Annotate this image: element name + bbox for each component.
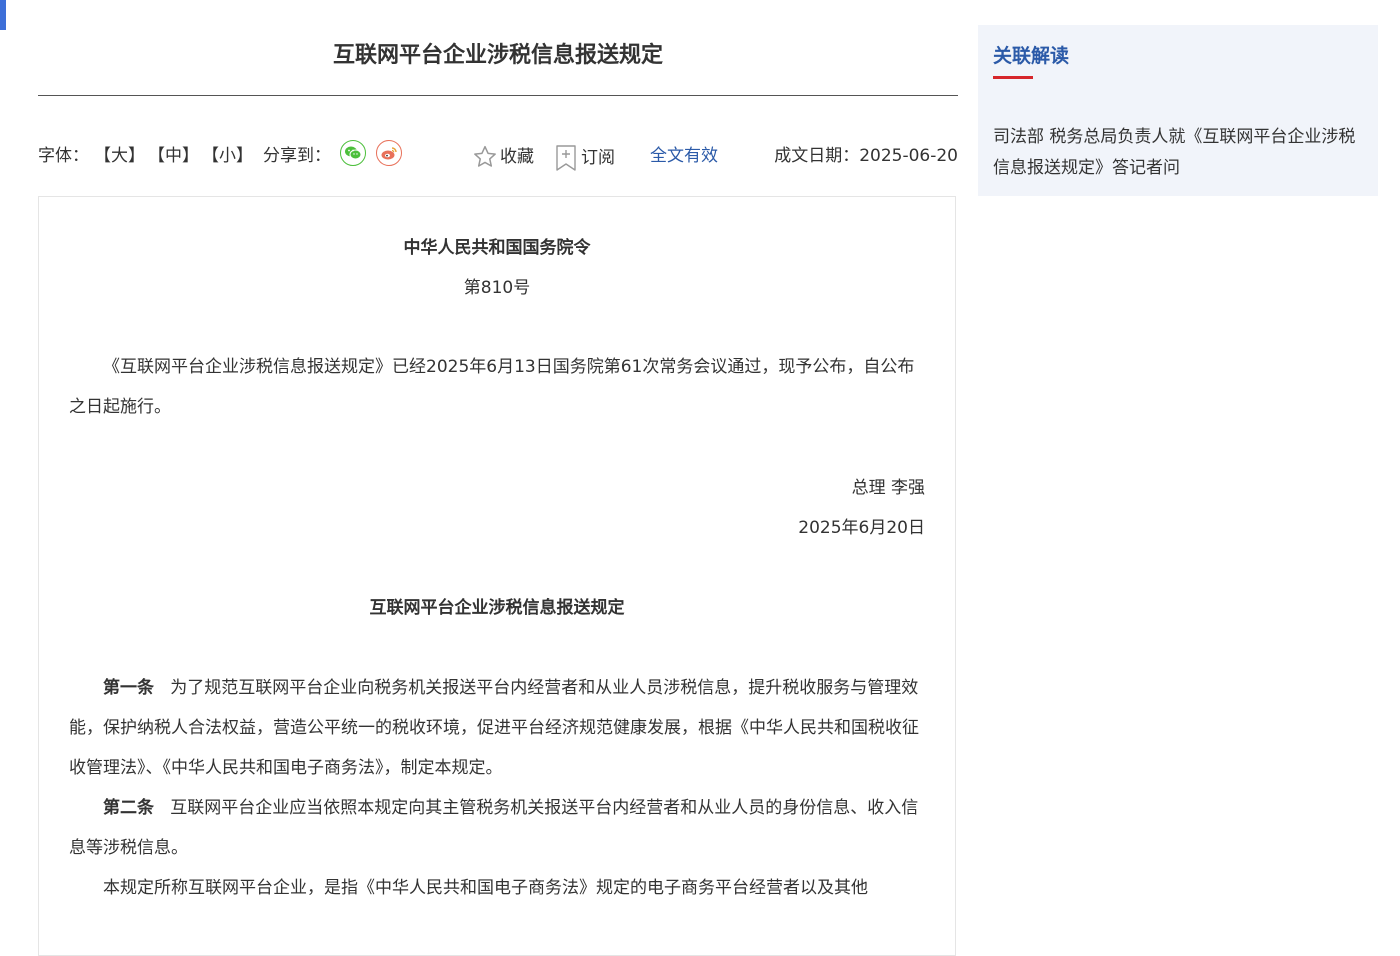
related-reading-panel: 关联解读 司法部 税务总局负责人就《互联网平台企业涉税信息报送规定》答记者问 <box>978 25 1378 196</box>
related-reading-title: 关联解读 <box>993 45 1070 67</box>
weibo-icon[interactable] <box>376 140 402 166</box>
bookmark-plus-icon <box>556 145 576 171</box>
page-title: 互联网平台企业涉税信息报送规定 <box>38 0 958 96</box>
article-main: 互联网平台企业涉税信息报送规定 字体： 【大】 【中】 【小】 分享到： 收藏 … <box>38 0 958 180</box>
subscribe-button[interactable]: 订阅 <box>554 144 615 172</box>
document-content: 中华人民共和国国务院令 第810号 《互联网平台企业涉税信息报送规定》已经202… <box>38 196 956 956</box>
title-underline <box>993 76 1033 79</box>
collect-label: 收藏 <box>500 147 534 167</box>
order-title: 中华人民共和国国务院令 <box>403 238 591 258</box>
sign-date: 2025年6月20日 <box>798 518 925 538</box>
article-2-paragraph-2: 本规定所称互联网平台企业，是指《中华人民共和国电子商务法》规定的电子商务平台经营… <box>103 878 868 898</box>
collect-button[interactable]: 收藏 <box>472 144 534 170</box>
article-toolbar: 字体： 【大】 【中】 【小】 分享到： 收藏 订阅 全文有效 成文日期：202… <box>38 132 958 180</box>
wechat-icon[interactable] <box>340 140 366 166</box>
edge-accent-bar <box>0 0 6 30</box>
share-label: 分享到： <box>263 146 331 166</box>
regulation-title: 互联网平台企业涉税信息报送规定 <box>369 598 625 618</box>
article-1-paragraph: 第一条 为了规范互联网平台企业向税务机关报送平台内经营者和从业人员涉税信息，提升… <box>69 668 925 788</box>
article-1-text: 为了规范互联网平台企业向税务机关报送平台内经营者和从业人员涉税信息，提升税收服务… <box>69 678 919 778</box>
article-1-label: 第一条 <box>103 678 154 698</box>
font-large-button[interactable]: 【大】 <box>94 144 145 168</box>
article-2-label: 第二条 <box>103 798 154 818</box>
font-medium-button[interactable]: 【中】 <box>148 144 199 168</box>
article-2-paragraph: 第二条 互联网平台企业应当依照本规定向其主管税务机关报送平台内经营者和从业人员的… <box>69 788 925 868</box>
related-reading-link[interactable]: 司法部 税务总局负责人就《互联网平台企业涉税信息报送规定》答记者问 <box>993 122 1365 184</box>
order-number: 第810号 <box>463 278 531 298</box>
signer: 总理 李强 <box>851 478 925 498</box>
subscribe-label: 订阅 <box>581 148 615 168</box>
announcement-paragraph: 《互联网平台企业涉税信息报送规定》已经2025年6月13日国务院第61次常务会议… <box>69 357 915 417</box>
font-small-button[interactable]: 【小】 <box>202 144 253 168</box>
star-icon <box>474 145 496 167</box>
document-date: 成文日期：2025-06-20 <box>774 146 958 166</box>
validity-status: 全文有效 <box>650 146 718 166</box>
font-size-label: 字体： <box>38 146 89 166</box>
article-2-text: 互联网平台企业应当依照本规定向其主管税务机关报送平台内经营者和从业人员的身份信息… <box>69 798 919 858</box>
